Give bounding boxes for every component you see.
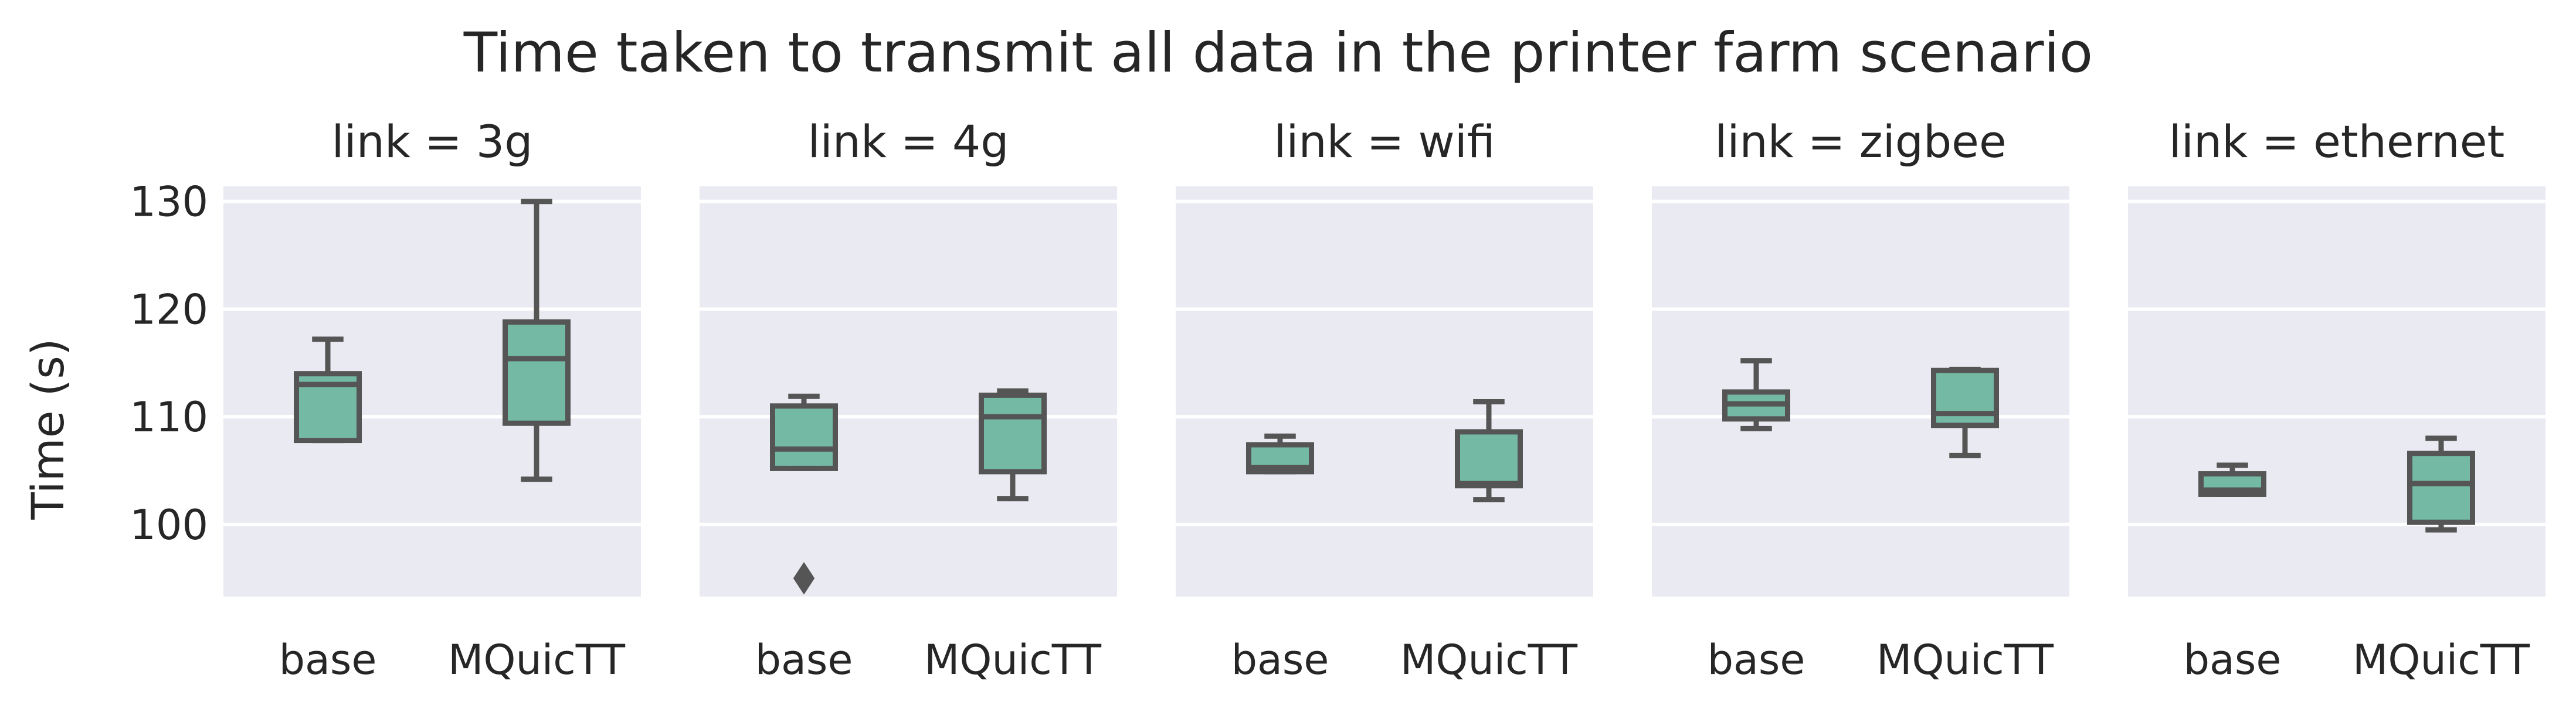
- x-tick-label: base: [1231, 636, 1329, 684]
- panel-background: [2128, 186, 2546, 597]
- panel: link = zigbee base MQuicTT: [1652, 115, 2069, 684]
- panel-background: [700, 186, 1117, 597]
- panel-title: link = wifi: [1274, 115, 1495, 168]
- chart-title: Time taken to transmit all data in the p…: [463, 21, 2093, 85]
- panel-title: link = 3g: [331, 115, 532, 168]
- panel-title: link = zigbee: [1715, 115, 2006, 168]
- panel: link = wifi base MQuicTT: [1176, 115, 1593, 684]
- panel-title: link = ethernet: [2169, 115, 2505, 168]
- panel-background: [1176, 186, 1593, 597]
- x-tick-label: MQuicTT: [2353, 636, 2530, 684]
- x-tick-label: base: [2184, 636, 2282, 684]
- box: [979, 392, 1047, 475]
- y-axis-label: Time (s): [22, 338, 74, 520]
- x-tick-label: base: [755, 636, 853, 684]
- box: [1931, 367, 1999, 428]
- box-plot: [2407, 435, 2475, 533]
- panel-background: [1652, 186, 2069, 597]
- y-tick-label: 100: [130, 501, 208, 549]
- box: [2407, 451, 2475, 525]
- box: [770, 403, 838, 471]
- panel-title: link = 4g: [807, 115, 1009, 168]
- x-tick-label: MQuicTT: [448, 636, 625, 684]
- y-tick-label: 120: [130, 285, 208, 333]
- box: [503, 319, 571, 426]
- panel: link = 4g base MQuicTT: [700, 115, 1117, 684]
- x-tick-label: base: [279, 636, 377, 684]
- panel: link = ethernet base MQuicTT: [2128, 115, 2546, 684]
- panels: 100110120130link = 3gbase MQuicTTlink = 4…: [130, 115, 2546, 684]
- x-tick-label: MQuicTT: [1876, 636, 2054, 684]
- panel: 100 110 120 130 link = 3g base MQuicTT: [130, 115, 641, 684]
- x-tick-label: base: [1708, 636, 1805, 684]
- x-tick-label: MQuicTT: [1400, 636, 1577, 684]
- y-tick-label: 110: [130, 393, 208, 441]
- x-tick-label: MQuicTT: [924, 636, 1101, 684]
- chart: Time taken to transmit all data in the p…: [22, 21, 2546, 684]
- y-tick-label: 130: [130, 178, 208, 226]
- panel-background: [223, 186, 641, 597]
- box: [1455, 429, 1523, 489]
